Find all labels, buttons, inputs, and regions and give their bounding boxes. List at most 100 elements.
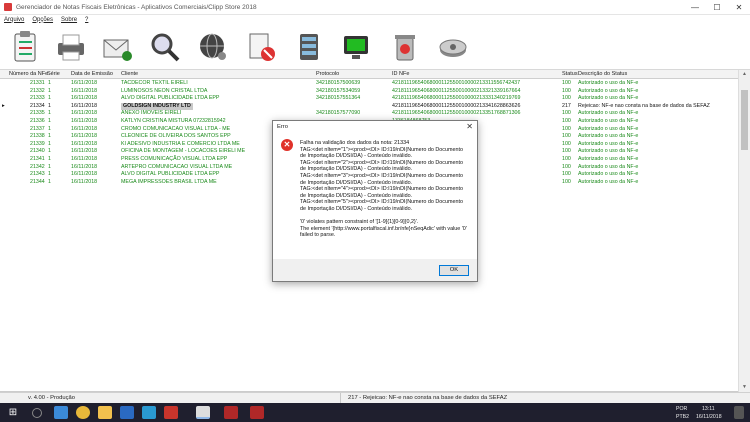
cell-serie: 1 <box>48 125 51 132</box>
recycle-bin-icon <box>395 35 415 61</box>
table-row[interactable]: 21333 1 16/11/2018 ALVO DIGITAL PUBLICIDADE… <box>0 95 738 103</box>
ok-button[interactable]: OK <box>439 265 469 276</box>
col-descricao[interactable]: Descrição do Status <box>578 71 627 77</box>
tb-search-button[interactable] <box>146 28 184 66</box>
close-button[interactable]: ✕ <box>728 0 750 15</box>
cell-protocol: 342180157500639 <box>316 80 361 86</box>
cell-desc: Autorizado o uso da NF-e <box>578 163 639 170</box>
table-row[interactable]: 21332 1 16/11/2018 LUMINOSOS NEON CRISTAL L… <box>0 88 738 96</box>
app-red-diamond-icon[interactable] <box>224 406 238 419</box>
notifications-icon[interactable] <box>734 406 744 419</box>
server-database-icon <box>300 34 318 60</box>
tb-cancel-doc-button[interactable] <box>242 28 280 66</box>
tb-clipboard-button[interactable] <box>6 28 44 66</box>
chrome-browser-icon[interactable] <box>76 406 90 419</box>
menu-bar: Arquivo Opções Sobre ? <box>0 15 750 24</box>
table-row[interactable]: 21331 1 16/11/2018 TACDECOR TEXTIL EIRELI 34… <box>0 80 738 88</box>
cell-date: 16/11/2018 <box>71 95 98 102</box>
app-icon <box>4 3 12 11</box>
col-serie[interactable]: Série <box>47 71 60 77</box>
cell-desc: Autorizado o uso da NF-e <box>578 140 639 147</box>
col-numero[interactable]: Número da NFe <box>9 71 48 77</box>
cell-num: 21343 <box>30 171 45 178</box>
col-status[interactable]: Status <box>562 71 578 77</box>
dialog-title: Erro <box>277 124 288 130</box>
app-red-icon[interactable] <box>164 406 178 419</box>
cell-status: 100 <box>562 80 571 86</box>
menu-arquivo[interactable]: Arquivo <box>4 17 24 23</box>
cell-status: 100 <box>562 133 571 140</box>
cell-client: OFICINA DE MONTAGEM - LOCACOES EIRELI ME <box>121 148 246 155</box>
minimize-button[interactable]: — <box>684 0 706 15</box>
cell-client: ALVO DIGITAL PUBLICIDADE LTDA EPP <box>121 171 220 178</box>
tray-date[interactable]: 16/11/2018 <box>696 414 722 420</box>
dialog-close-icon[interactable]: ✕ <box>466 122 473 131</box>
tb-database-button[interactable] <box>290 28 328 66</box>
tray-time[interactable]: 13:11 <box>702 406 715 412</box>
tb-print-button[interactable] <box>52 28 90 66</box>
cell-client: ARTEPRO COMUNICACAO VISUAL LTDA ME <box>121 163 233 170</box>
app-red-diamond-2-icon[interactable] <box>250 406 264 419</box>
col-cliente[interactable]: Cliente <box>121 71 138 77</box>
cell-client: ALVO DIGITAL PUBLICIDADE LTDA EPP <box>121 95 220 102</box>
toolbar <box>0 24 750 70</box>
tb-monitor-button[interactable] <box>338 28 376 66</box>
cell-serie: 1 <box>48 148 51 155</box>
outlook-icon[interactable] <box>120 406 134 419</box>
cell-client: MEGA IMPRESSOES BRASIL LTDA ME <box>121 178 217 185</box>
menu-opcoes[interactable]: Opções <box>32 17 53 23</box>
scroll-down-icon[interactable]: ▼ <box>739 383 750 392</box>
tray-lang-top[interactable]: POR <box>676 406 687 412</box>
nfe-manager-taskbar-icon[interactable] <box>196 406 210 419</box>
tb-recycle-button[interactable] <box>386 28 424 66</box>
cell-client: KI ADESIVO INDUSTRIA E COMERCIO LTDA ME <box>121 140 240 147</box>
dialog-body: ✕ Falha na validação dos dados da nota: … <box>273 133 477 259</box>
error-dialog: Erro ✕ ✕ Falha na validação dos dados da… <box>272 120 478 282</box>
scroll-thumb[interactable] <box>741 90 748 150</box>
tb-globe-button[interactable] <box>194 28 232 66</box>
col-data[interactable]: Data de Emissão <box>71 71 113 77</box>
cell-num: 21337 <box>30 125 45 132</box>
windows-start-icon[interactable]: ⊞ <box>6 406 20 419</box>
cell-id: 4218111965406800011255001000021331155674… <box>392 80 521 86</box>
tb-backup-button[interactable] <box>434 28 472 66</box>
menu-help[interactable]: ? <box>85 17 88 23</box>
cell-desc: Autorizado o uso da NF-e <box>578 125 639 132</box>
cell-date: 16/11/2018 <box>71 163 98 170</box>
cell-num: 21342 <box>30 163 45 170</box>
cell-status: 100 <box>562 178 571 185</box>
col-id-nfe[interactable]: ID NFe <box>392 71 409 77</box>
cell-client: CROMO COMUNICACAO VISUAL LTDA - ME <box>121 125 231 132</box>
status-bar: v. 4.00 - Produção 217 - Rejeicao: NF-e … <box>0 392 750 404</box>
cell-desc: Rejeicao: NF-e nao consta na base de dad… <box>578 102 710 109</box>
cell-date: 16/11/2018 <box>71 171 98 178</box>
cell-status: 100 <box>562 118 571 124</box>
table-row-selected[interactable]: ▸ 21334 1 16/11/2018 GOLDSIGN INDUSTRY LTD 42… <box>0 102 738 111</box>
search-icon[interactable] <box>32 408 42 418</box>
grid-vertical-scrollbar[interactable]: ▲ ▼ <box>738 70 750 392</box>
cell-status: 100 <box>562 95 571 102</box>
file-explorer-icon[interactable] <box>98 406 112 419</box>
tb-email-button[interactable] <box>98 28 136 66</box>
edge-browser-icon[interactable] <box>54 406 68 419</box>
skype-icon[interactable] <box>142 406 156 419</box>
cell-serie: 1 <box>48 87 51 94</box>
tray-lang-bottom[interactable]: PTB2 <box>676 414 689 420</box>
cell-serie: 1 <box>48 163 51 170</box>
scroll-up-icon[interactable]: ▲ <box>739 70 750 79</box>
cell-serie: 1 <box>48 178 51 185</box>
menu-sobre[interactable]: Sobre <box>61 17 77 23</box>
col-protocolo[interactable]: Protocolo <box>316 71 339 77</box>
printer-icon <box>58 34 84 61</box>
maximize-button[interactable]: ☐ <box>706 0 728 15</box>
cell-client: GOLDSIGN INDUSTRY LTD <box>121 102 193 111</box>
cell-status: 100 <box>562 125 571 132</box>
cell-num: 21332 <box>30 87 45 94</box>
cell-client: CLEONICE DE OLIVEIRA DOS SANTOS EPP <box>121 133 231 140</box>
table-row[interactable]: 21335 1 16/11/2018 ANEXO IMOVEIS EIRELI 3421… <box>0 110 738 118</box>
dialog-titlebar: Erro ✕ <box>273 121 477 133</box>
cell-num: 21334 <box>30 102 45 109</box>
cell-status: 100 <box>562 110 571 117</box>
cell-date: 16/11/2018 <box>71 125 98 132</box>
cell-status: 100 <box>562 87 571 94</box>
